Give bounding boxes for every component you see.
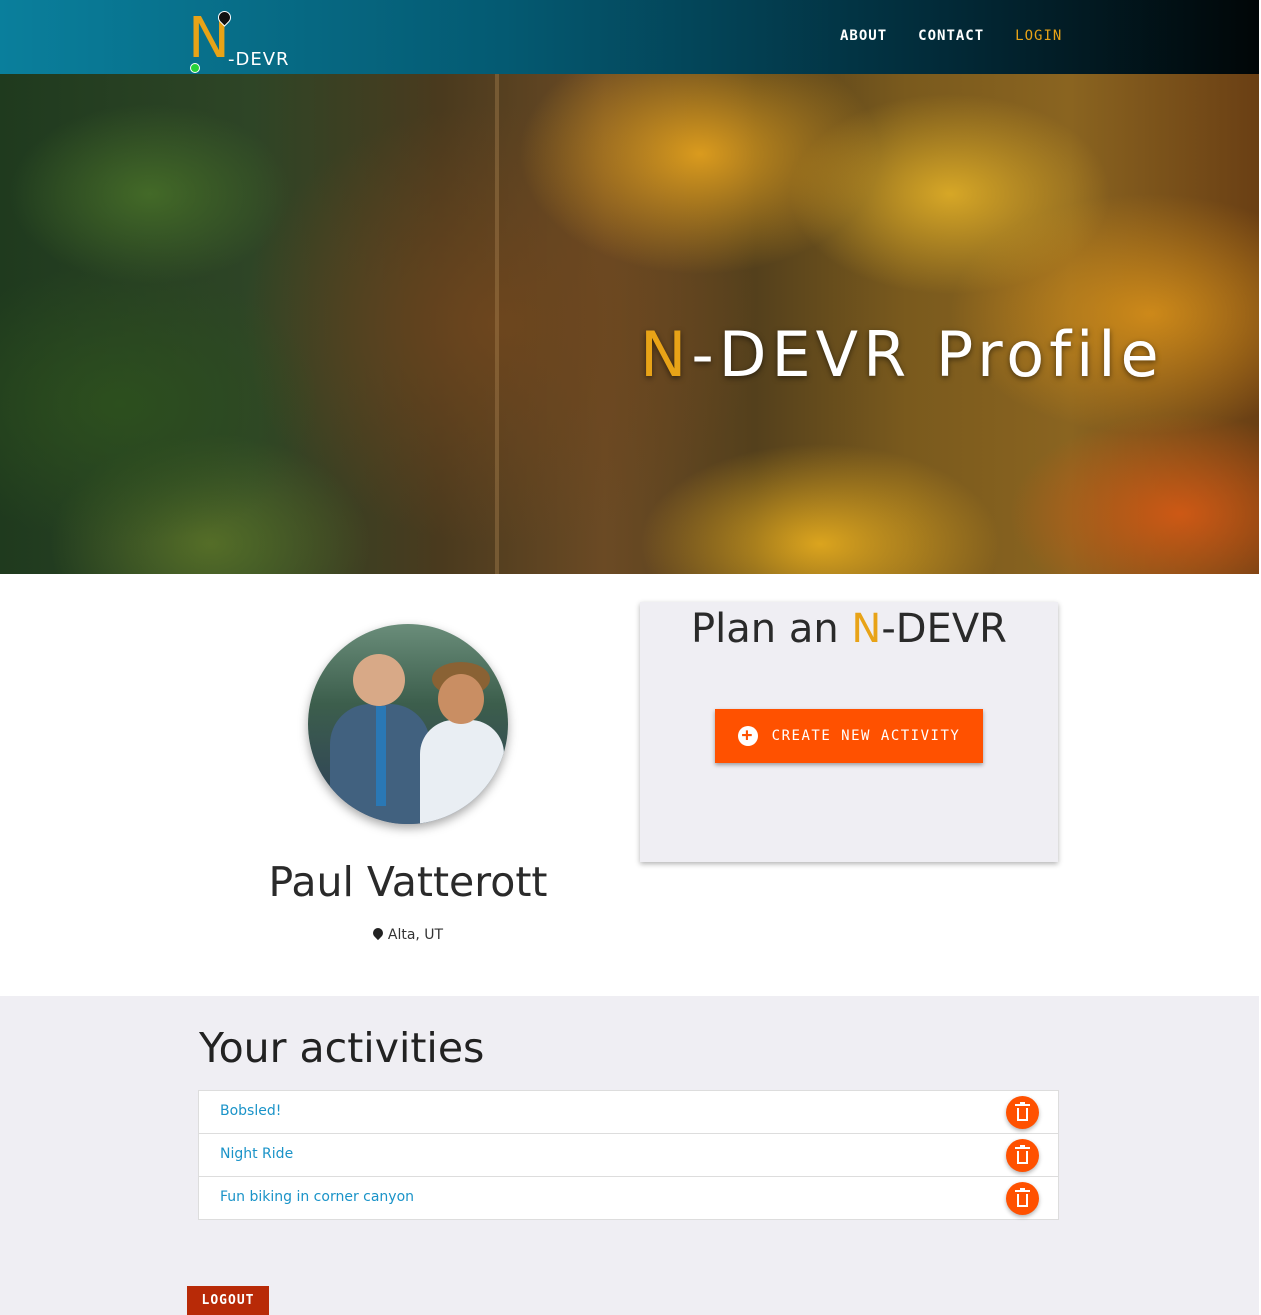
activity-link[interactable]: Fun biking in corner canyon <box>220 1189 414 1205</box>
nav-contact-link[interactable]: CONTACT <box>918 28 984 44</box>
delete-activity-button[interactable] <box>1006 1182 1039 1215</box>
profile-avatar <box>308 624 508 824</box>
activity-link[interactable]: Night Ride <box>220 1146 293 1162</box>
navbar: N -DEVR ABOUT CONTACT LOGIN <box>0 0 1259 74</box>
delete-activity-button[interactable] <box>1006 1139 1039 1172</box>
activities-list: Bobsled! Night Ride Fun biking in corner… <box>198 1090 1059 1220</box>
plus-circle-icon: + <box>737 726 758 746</box>
hero-trail <box>495 74 499 574</box>
logout-button[interactable]: LOGOUT <box>187 1286 269 1315</box>
create-activity-button[interactable]: + CREATE NEW ACTIVITY <box>715 709 983 763</box>
logo-dot-icon <box>190 63 200 73</box>
delete-activity-button[interactable] <box>1006 1096 1039 1129</box>
plan-title-prefix: Plan an <box>691 606 852 652</box>
plan-title-rest: -DEVR <box>881 606 1007 652</box>
list-item: Fun biking in corner canyon <box>199 1177 1058 1219</box>
list-item: Bobsled! <box>199 1091 1058 1134</box>
trash-icon <box>1015 1145 1030 1164</box>
plan-title: Plan an N-DEVR <box>640 606 1058 652</box>
activities-section: Your activities Bobsled! Night Ride Fun … <box>0 996 1259 1315</box>
trash-icon <box>1015 1102 1030 1121</box>
hero-title-rest: -DEVR Profile <box>691 318 1164 391</box>
nav-links: ABOUT CONTACT LOGIN <box>840 28 1062 44</box>
hero-banner: N-DEVR Profile <box>0 74 1259 574</box>
profile-name: Paul Vatterott <box>268 858 548 906</box>
profile-location-text: Alta, UT <box>387 927 444 943</box>
nav-login-link[interactable]: LOGIN <box>1015 28 1062 44</box>
plan-card: Plan an N-DEVR + CREATE NEW ACTIVITY <box>640 602 1058 862</box>
map-pin-icon <box>370 925 385 941</box>
hero-title-accent: N <box>640 318 692 391</box>
trash-icon <box>1015 1188 1030 1207</box>
activities-heading: Your activities <box>199 1024 485 1072</box>
profile-location: Alta, UT <box>200 925 616 943</box>
list-item: Night Ride <box>199 1134 1058 1177</box>
brand-logo[interactable]: N -DEVR <box>188 8 298 74</box>
plan-title-accent: N <box>851 606 882 652</box>
logo-text: -DEVR <box>228 49 290 70</box>
nav-about-link[interactable]: ABOUT <box>840 28 887 44</box>
activity-link[interactable]: Bobsled! <box>220 1103 281 1119</box>
create-activity-label: CREATE NEW ACTIVITY <box>771 728 961 744</box>
hero-title: N-DEVR Profile <box>640 318 1164 391</box>
